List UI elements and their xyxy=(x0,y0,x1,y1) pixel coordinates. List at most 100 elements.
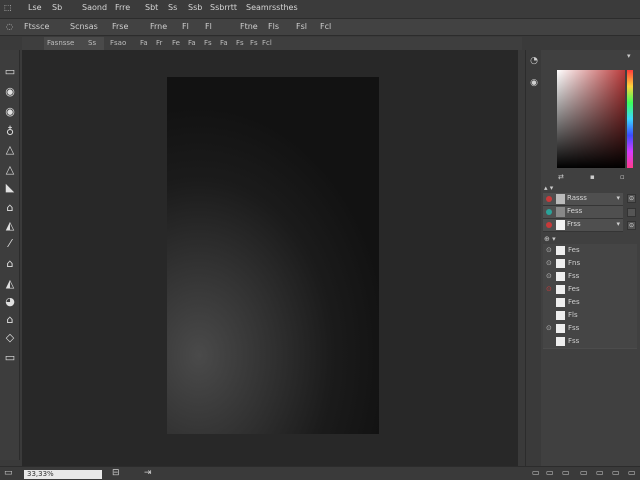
tab-label[interactable]: Ss xyxy=(88,39,96,47)
adjustment-row[interactable]: Rasss ▾ xyxy=(543,193,623,206)
menu-item[interactable]: Ssb xyxy=(188,3,202,12)
trash-icon[interactable]: ▭ xyxy=(612,468,620,477)
tab-label[interactable]: Fs xyxy=(204,39,212,47)
adjustment-add-icon[interactable]: ▭ xyxy=(562,468,570,477)
option-item[interactable]: Fl xyxy=(205,22,212,31)
default-colors-icon[interactable]: ▪ xyxy=(590,173,595,181)
color-mode-icon[interactable]: ▫ xyxy=(620,173,625,181)
option-item[interactable]: Frse xyxy=(112,22,128,31)
type-icon[interactable]: ◇ xyxy=(3,330,17,344)
layer-row[interactable]: ⊙ Fes xyxy=(543,283,637,297)
panel-bottom-toolbar: ▭ ▭ ▭ ▭ ▭ ▭ ▭ xyxy=(530,468,638,479)
tab-label[interactable]: Fa xyxy=(188,39,196,47)
swap-colors-icon[interactable]: ⇄ xyxy=(558,173,564,181)
new-layer-icon[interactable]: ▭ xyxy=(596,468,604,477)
menu-item[interactable]: Lse xyxy=(28,3,42,12)
menu-item[interactable]: Ss xyxy=(168,3,177,12)
layer-name: Fns xyxy=(568,259,581,267)
eye-icon[interactable]: ⊙ xyxy=(546,324,552,332)
dodge-icon[interactable]: ◕ xyxy=(3,294,17,308)
tab-label[interactable]: Fasnsse xyxy=(47,39,74,47)
app-icon[interactable]: ⬚ xyxy=(4,3,12,12)
brush-icon[interactable]: ◣ xyxy=(3,180,17,194)
tab-label[interactable]: Fs xyxy=(250,39,258,47)
tab-label[interactable]: Fe xyxy=(172,39,180,47)
chevron-down-icon[interactable]: ▾ xyxy=(616,194,620,202)
mask-icon[interactable] xyxy=(627,208,636,217)
menu-item[interactable]: Sb xyxy=(52,3,62,12)
tab-label[interactable]: Fr xyxy=(156,39,162,47)
blur-icon[interactable]: ◭ xyxy=(3,276,17,290)
panel-menu-icon[interactable]: ▾ xyxy=(627,52,631,60)
layer-row[interactable]: Fls xyxy=(543,309,637,323)
menu-item[interactable]: Sbt xyxy=(145,3,158,12)
option-item[interactable]: Ftssce xyxy=(24,22,49,31)
red-eye-icon[interactable]: ⊙ xyxy=(546,285,552,293)
option-item[interactable]: Fcl xyxy=(320,22,331,31)
tool-preset-icon[interactable]: ◌ xyxy=(6,22,13,31)
adjustment-label: Frss xyxy=(567,220,581,228)
adjustment-row[interactable]: Fess xyxy=(543,206,623,219)
eye-icon[interactable]: ⊙ xyxy=(546,272,552,280)
eyedropper-icon[interactable]: ♁ xyxy=(3,124,17,138)
layer-thumbnail xyxy=(556,272,565,281)
option-item[interactable]: Fsl xyxy=(296,22,307,31)
eye-icon[interactable]: ⊙ xyxy=(546,246,552,254)
path-select-icon[interactable]: ▭ xyxy=(3,350,17,364)
option-item[interactable]: Fl xyxy=(182,22,189,31)
layer-row[interactable]: ⊙ Fns xyxy=(543,257,637,271)
options-bar: ◌ Ftssce Scnsas Frse Frne Fl Fl Ftne Fls… xyxy=(0,19,640,36)
option-item[interactable]: Frne xyxy=(150,22,167,31)
menu-item[interactable]: Seamrssthes xyxy=(246,3,298,12)
history-brush-icon[interactable]: ◭ xyxy=(3,218,17,232)
tab-label[interactable]: Fcl xyxy=(262,39,272,47)
doc-info-icon[interactable]: ⊟ xyxy=(112,468,120,478)
option-item[interactable]: Ftne xyxy=(240,22,258,31)
color-picker-field[interactable] xyxy=(557,70,625,168)
layers-header: ⊕ ▾ xyxy=(544,235,556,243)
menu-item[interactable]: Ssbrrtt xyxy=(210,3,237,12)
lasso-icon[interactable]: ◉ xyxy=(3,84,17,98)
marquee-icon[interactable]: ▭ xyxy=(3,64,17,78)
crop-icon[interactable]: △ xyxy=(3,142,17,156)
hue-slider[interactable] xyxy=(627,70,633,168)
fx-icon[interactable]: ▭ xyxy=(532,468,540,477)
history-panel-icon[interactable]: ◔ xyxy=(529,56,539,66)
option-item[interactable]: Scnsas xyxy=(70,22,98,31)
eye-icon[interactable]: ⊙ xyxy=(546,259,552,267)
layer-row[interactable]: ⊙ Fes xyxy=(543,244,637,258)
layer-row[interactable]: Fss xyxy=(543,335,637,349)
layer-row[interactable]: ⊙ Fss xyxy=(543,270,637,284)
lock-icon[interactable]: ⊙ xyxy=(627,221,636,230)
menu-item[interactable]: Frre xyxy=(115,3,130,12)
extra-icon[interactable]: ▭ xyxy=(628,468,636,477)
menu-item[interactable]: Saond xyxy=(82,3,107,12)
chevron-down-icon[interactable]: ▾ xyxy=(616,220,620,228)
layer-row[interactable]: Fes xyxy=(543,296,637,310)
layer-thumbnail xyxy=(556,220,565,230)
document-canvas[interactable] xyxy=(167,77,379,434)
group-icon[interactable]: ▭ xyxy=(580,468,588,477)
healing-icon[interactable]: △ xyxy=(3,162,17,176)
pen-icon[interactable]: ⌂ xyxy=(3,312,17,326)
layer-name: Fes xyxy=(568,285,580,293)
adjustment-row[interactable]: Frss ▾ xyxy=(543,219,623,232)
mask-add-icon[interactable]: ▭ xyxy=(546,468,554,477)
zoom-field[interactable]: 33,33% xyxy=(24,470,102,479)
option-item[interactable]: Fls xyxy=(268,22,279,31)
tab-label[interactable]: Fsao xyxy=(110,39,126,47)
layer-row[interactable]: ⊙ Fss xyxy=(543,322,637,336)
quick-select-icon[interactable]: ◉ xyxy=(3,104,17,118)
tab-label[interactable]: Fs xyxy=(236,39,244,47)
arrow-icon[interactable]: ⇥ xyxy=(144,468,152,478)
eraser-icon[interactable]: ⁄ xyxy=(3,236,17,250)
properties-panel-icon[interactable]: ◉ xyxy=(529,78,539,88)
gradient-icon[interactable]: ⌂ xyxy=(3,256,17,270)
tab-label[interactable]: Fa xyxy=(220,39,228,47)
layer-name: Fes xyxy=(568,246,580,254)
layer-thumbnail xyxy=(556,324,565,333)
tab-label[interactable]: Fa xyxy=(140,39,148,47)
stamp-icon[interactable]: ⌂ xyxy=(3,200,17,214)
link-icon[interactable]: ⊙ xyxy=(627,194,636,203)
layer-thumbnail xyxy=(556,207,565,217)
